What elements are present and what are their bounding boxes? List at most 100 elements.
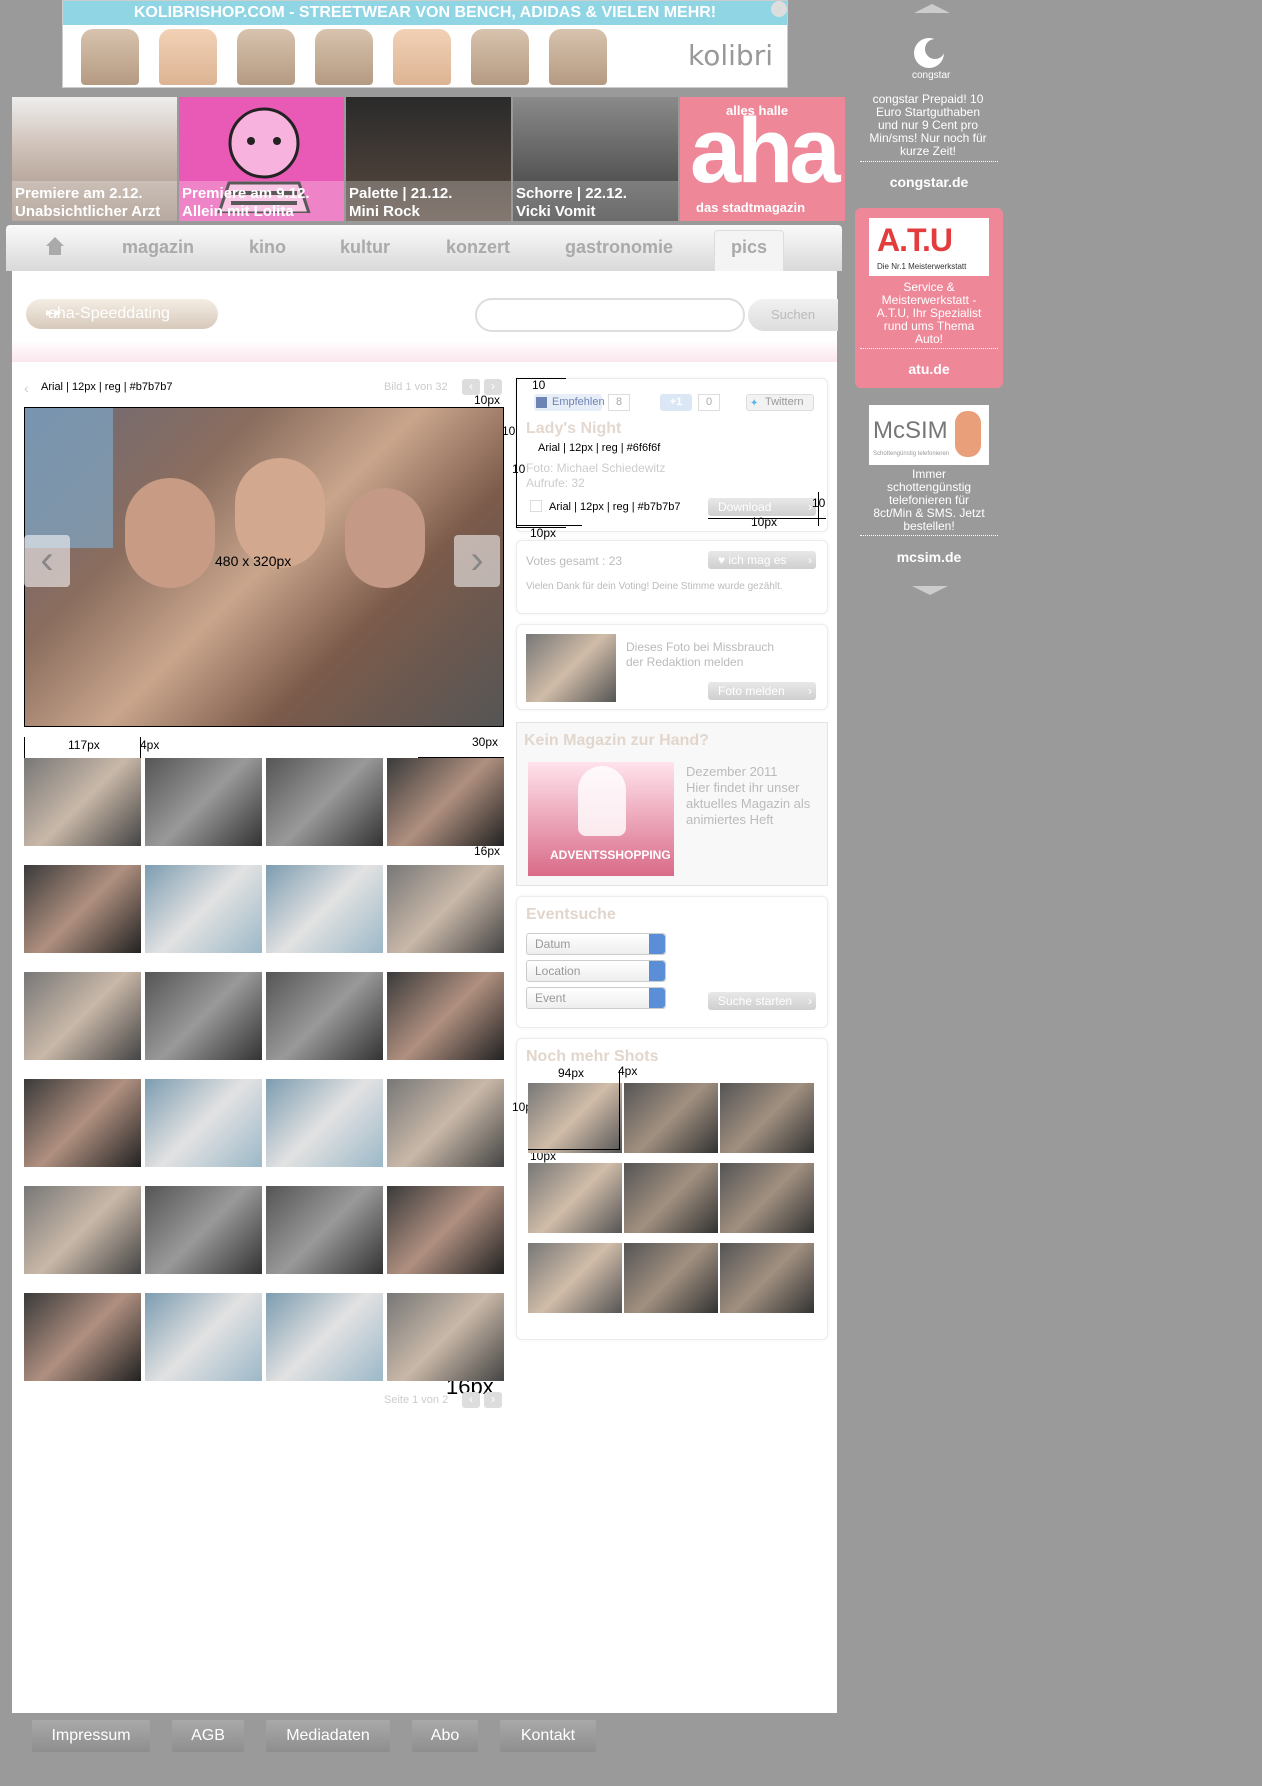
thumbnail[interactable] — [145, 1293, 262, 1381]
thumbnail[interactable] — [24, 1293, 141, 1381]
twitter-icon: ✦ — [750, 398, 759, 409]
download-button[interactable]: Download › — [708, 498, 816, 516]
thumbnail[interactable] — [266, 1293, 383, 1381]
search-input[interactable] — [475, 298, 745, 332]
divider — [860, 161, 998, 162]
chevron-right-icon: › — [808, 994, 812, 1008]
next-page-button[interactable]: › — [484, 1392, 502, 1408]
shot-thumbnail[interactable] — [720, 1243, 814, 1313]
nav-item-kino[interactable]: kino — [249, 237, 286, 258]
photo-prev-arrow[interactable]: ‹ — [24, 535, 70, 587]
like-button[interactable]: ♥ ich mag es › — [708, 551, 816, 569]
thumbnail[interactable] — [387, 758, 504, 846]
atu-link[interactable]: atu.de — [860, 361, 998, 377]
thumbnail[interactable] — [387, 865, 504, 953]
footer-agb[interactable]: AGB — [172, 1720, 244, 1752]
footer-mediadaten[interactable]: Mediadaten — [266, 1720, 390, 1752]
thumbnail[interactable] — [24, 972, 141, 1060]
thumbnail[interactable] — [387, 1186, 504, 1274]
photo-views: Aufrufe: 32 — [526, 476, 585, 490]
footer-abo[interactable]: Abo — [412, 1720, 478, 1752]
start-search-button[interactable]: Suche starten › — [708, 992, 816, 1010]
nav-item-konzert[interactable]: konzert — [446, 237, 510, 258]
facebook-icon — [536, 397, 547, 408]
measure-label: 117px — [68, 738, 100, 752]
thumbnail[interactable] — [266, 972, 383, 1060]
google-plus-count: 0 — [698, 394, 720, 411]
teaser-1[interactable]: Premiere am 2.12. Unabsichtlicher Arzt — [12, 97, 177, 221]
product-image — [237, 29, 295, 85]
votes-thanks: Vielen Dank für dein Voting! Deine Stimm… — [526, 581, 783, 592]
thumbnail-grid — [24, 758, 504, 1381]
thumbnail[interactable] — [24, 1186, 141, 1274]
thumbnail[interactable] — [145, 972, 262, 1060]
measure-line — [516, 525, 582, 526]
aha-logo-teaser[interactable]: alles halle aha das stadtmagazin — [680, 97, 845, 221]
teaser-4[interactable]: Schorre | 22.12. Vicki Vomit — [513, 97, 678, 221]
magazine-cover[interactable]: ADVENTSSHOPPING — [528, 762, 674, 876]
nav-item-magazin[interactable]: magazin — [122, 237, 194, 258]
photo-size-label: 480 x 320px — [215, 553, 292, 569]
expand-icon — [530, 500, 542, 512]
event-select[interactable]: Event — [526, 987, 666, 1009]
banner-products — [81, 29, 607, 85]
dropdown-arrow-icon — [649, 934, 665, 954]
measure-label: 30px — [472, 735, 499, 749]
prev-page-button[interactable]: ‹ — [462, 1392, 480, 1408]
spec-label: Arial | 12px | reg | #6f6f6f — [538, 442, 661, 454]
footer-kontakt[interactable]: Kontakt — [500, 1720, 596, 1752]
photo-counter: Bild 1 von 32 — [384, 381, 448, 393]
nav-item-gastronomie[interactable]: gastronomie — [565, 237, 673, 258]
photo-next-arrow[interactable]: › — [454, 535, 500, 587]
thumbnail[interactable] — [145, 1079, 262, 1167]
thumbnail[interactable] — [24, 1079, 141, 1167]
thumbnail[interactable] — [387, 972, 504, 1060]
scroll-up-icon[interactable] — [914, 4, 950, 13]
main-photo[interactable]: 480 x 320px — [24, 407, 504, 727]
thumbnail[interactable] — [266, 758, 383, 846]
home-icon[interactable] — [44, 235, 66, 257]
shot-thumbnail[interactable] — [624, 1083, 718, 1153]
mcsim-link[interactable]: mcsim.de — [860, 549, 998, 565]
congstar-logo-icon — [914, 38, 945, 68]
thumbnail[interactable] — [24, 758, 141, 846]
teaser-2[interactable]: Premiere am 9.12. Allein mit Lolita — [179, 97, 344, 221]
teaser-caption: Premiere am 2.12. Unabsichtlicher Arzt — [12, 181, 177, 221]
photo-face — [345, 488, 425, 588]
back-chevron-icon[interactable]: ‹ — [24, 380, 29, 396]
report-photo-button[interactable]: Foto melden › — [708, 682, 816, 700]
thumbnail[interactable] — [145, 758, 262, 846]
congstar-link[interactable]: congstar.de — [860, 174, 998, 190]
footer-impressum[interactable]: Impressum — [32, 1720, 150, 1752]
close-icon[interactable] — [771, 1, 787, 17]
congstar-ad-text[interactable]: congstar Prepaid! 10 Euro Startguthaben … — [866, 93, 990, 158]
search-button[interactable]: Suchen — [748, 299, 838, 331]
mcsim-logo[interactable]: McSIM Schottengünstig telefonieren — [869, 405, 989, 465]
teaser-3[interactable]: Palette | 21.12. Mini Rock — [346, 97, 511, 221]
product-image — [159, 29, 217, 85]
shot-thumbnail[interactable] — [528, 1163, 622, 1233]
product-image — [549, 29, 607, 85]
thumbnail[interactable] — [24, 865, 141, 953]
shot-thumbnail[interactable] — [720, 1163, 814, 1233]
top-banner-ad[interactable]: KOLIBRISHOP.COM - STREETWEAR VON BENCH, … — [62, 0, 788, 88]
thumbnail[interactable] — [387, 1079, 504, 1167]
product-image — [393, 29, 451, 85]
nav-item-pics[interactable]: pics — [714, 230, 784, 272]
shot-thumbnail[interactable] — [624, 1243, 718, 1313]
thumbnail[interactable] — [266, 1079, 383, 1167]
shot-thumbnail[interactable] — [720, 1083, 814, 1153]
thumbnail[interactable] — [266, 865, 383, 953]
nav-item-kultur[interactable]: kultur — [340, 237, 390, 258]
play-arrows-icon: ▸ ▸ — [46, 305, 62, 319]
thumbnail[interactable] — [266, 1186, 383, 1274]
thumbnail[interactable] — [145, 865, 262, 953]
date-select[interactable]: Datum — [526, 933, 666, 955]
location-select[interactable]: Location — [526, 960, 666, 982]
google-plus-button[interactable]: +1 — [660, 394, 692, 411]
shot-thumbnail[interactable] — [528, 1243, 622, 1313]
thumbnail[interactable] — [145, 1186, 262, 1274]
scroll-down-icon[interactable] — [912, 586, 948, 595]
shot-thumbnail[interactable] — [624, 1163, 718, 1233]
thumbnail[interactable] — [387, 1293, 504, 1381]
